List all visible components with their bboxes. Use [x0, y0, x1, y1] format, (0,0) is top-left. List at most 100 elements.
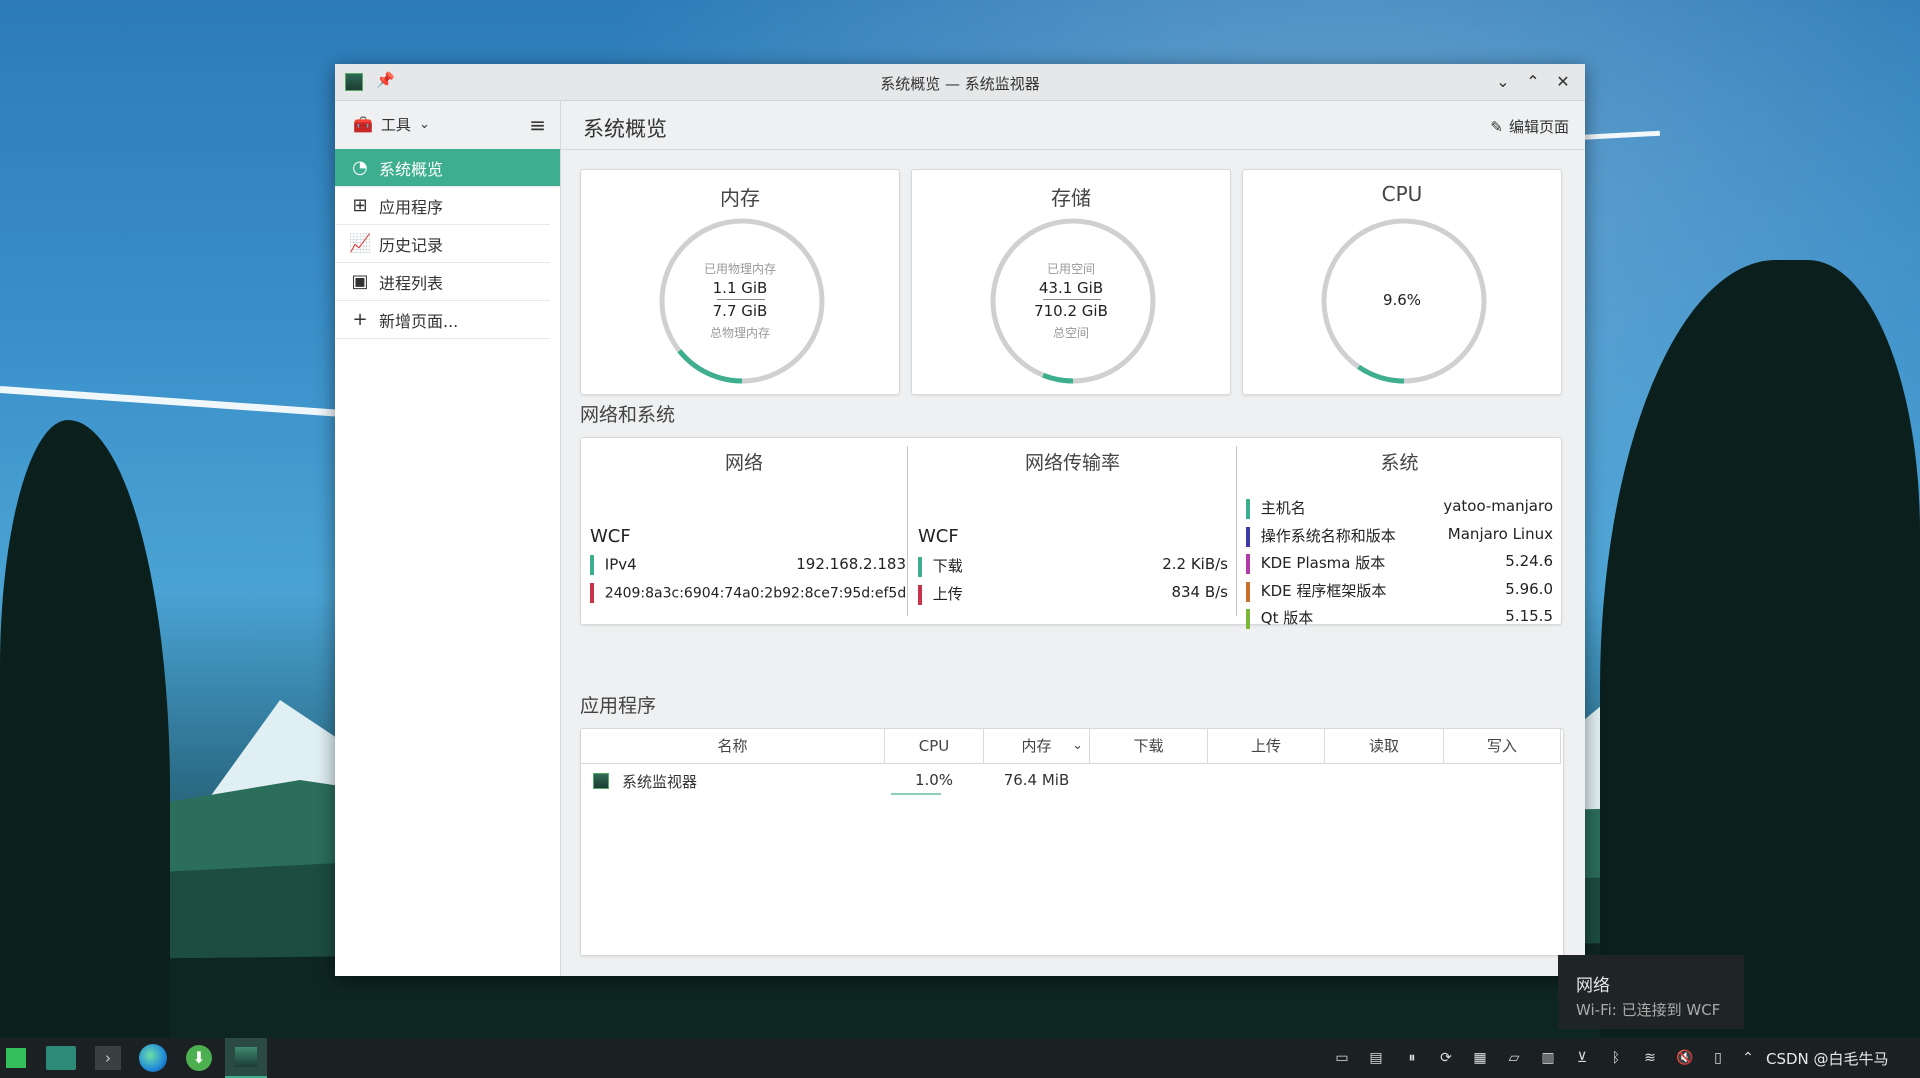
- column-header-write[interactable]: 写入: [1444, 729, 1561, 763]
- gauge-divider: [717, 299, 765, 300]
- hamburger-menu-icon[interactable]: ≡: [529, 113, 546, 137]
- sky-streak: [0, 386, 340, 417]
- sys-color-marker: [1246, 498, 1250, 519]
- minimize-button[interactable]: ⌄: [1491, 70, 1515, 94]
- column-header-cpu[interactable]: CPU: [885, 729, 984, 763]
- section-title: 应用程序: [580, 695, 657, 717]
- chart-line-icon: 📈: [349, 233, 372, 254]
- memory-gauge: [659, 218, 825, 384]
- tray-expand-chevron-icon[interactable]: ⌃: [1740, 1050, 1756, 1066]
- application-launcher-icon[interactable]: [6, 1048, 26, 1068]
- close-button[interactable]: ✕: [1551, 70, 1575, 94]
- gauge-caption-bottom: 总物理内存: [709, 326, 770, 340]
- sys-color-marker: [1246, 608, 1250, 629]
- sidebar-item-history[interactable]: 📈 历史记录: [335, 225, 550, 263]
- ipv4-value: 192.168.2.183: [796, 555, 906, 573]
- download-manager-icon[interactable]: ⬇: [186, 1045, 212, 1071]
- ipv6-value: 2409:8a3c:6904:74a0:2b92:8ce7:95d:ef5d: [604, 585, 906, 602]
- plus-icon: +: [352, 309, 368, 330]
- sys-info-row: KDE Plasma 版本 5.24.6: [1246, 552, 1553, 574]
- tooltip-text: Wi-Fi: 已连接到 WCF: [1576, 1001, 1721, 1019]
- notes-tray-icon[interactable]: ▥: [1540, 1050, 1556, 1066]
- edit-page-button[interactable]: ✎ 编辑页面: [1490, 116, 1569, 137]
- gauge-divider: [1043, 299, 1101, 300]
- page-title: 系统概览: [583, 117, 667, 141]
- system-monitor-taskbar-entry[interactable]: [225, 1038, 267, 1078]
- sys-info-value: yatoo-manjaro: [1443, 497, 1553, 515]
- wifi-icon[interactable]: ≋: [1642, 1050, 1658, 1066]
- sidebar-header: 🧰 工具 ⌄ ≡: [335, 101, 560, 149]
- app-memory-cell: 76.4 MiB: [1003, 771, 1070, 789]
- tools-label: 工具: [380, 116, 411, 134]
- app-name-cell: 系统监视器: [622, 773, 698, 791]
- upload-row: 上传 834 B/s: [918, 583, 1228, 605]
- sidebar-item-label: 新增页面...: [379, 311, 459, 331]
- column-divider: [907, 446, 908, 616]
- tools-menu-button[interactable]: 🧰 工具 ⌄: [353, 114, 430, 135]
- browser-edge-icon[interactable]: [139, 1044, 167, 1072]
- device-tray-icon[interactable]: ⊻: [1574, 1050, 1590, 1066]
- column-header-download[interactable]: 下载: [1090, 729, 1208, 763]
- sidebar-item-add-page[interactable]: + 新增页面...: [335, 301, 550, 339]
- column-title: 网络: [724, 452, 763, 474]
- sort-chevron-icon: ⌄: [1072, 738, 1083, 753]
- edit-page-label: 编辑页面: [1508, 118, 1569, 136]
- battery-icon[interactable]: ▯: [1710, 1050, 1726, 1066]
- sys-color-marker: [1246, 526, 1250, 547]
- table-row[interactable]: 系统监视器 1.0% 76.4 MiB: [581, 764, 1561, 798]
- column-title: 网络传输率: [1024, 452, 1120, 474]
- column-header-read[interactable]: 读取: [1325, 729, 1444, 763]
- ipv6-row: 2409:8a3c:6904:74a0:2b92:8ce7:95d:ef5d: [590, 583, 906, 603]
- bluetooth-icon[interactable]: ᛒ: [1608, 1050, 1624, 1066]
- sys-color-marker: [1246, 553, 1250, 574]
- terminal-icon[interactable]: ›: [95, 1046, 121, 1070]
- sys-info-row: 操作系统名称和版本 Manjaro Linux: [1246, 525, 1553, 547]
- media-tray-icon[interactable]: ⏸: [1404, 1050, 1420, 1066]
- app-icon: [593, 773, 609, 789]
- file-manager-icon[interactable]: [46, 1046, 76, 1070]
- sidebar-item-label: 历史记录: [379, 235, 444, 255]
- sidebar-item-processes[interactable]: ▣ 进程列表: [335, 263, 550, 301]
- clipboard-tray-icon[interactable]: ▭: [1334, 1050, 1350, 1066]
- column-header-name[interactable]: 名称: [581, 729, 885, 763]
- storage-card: 存储 已用空间 43.1 GiB 710.2 GiB 总空间: [911, 169, 1231, 395]
- sys-info-label: Qt 版本: [1260, 609, 1314, 627]
- sidebar-item-overview[interactable]: ◔ 系统概览: [335, 149, 560, 187]
- sidebar-item-label: 进程列表: [379, 273, 444, 293]
- rate-column: 网络传输率 WCF 下载 2.2 KiB/s 上传 834 B/s: [909, 438, 1236, 624]
- sys-info-label: KDE Plasma 版本: [1260, 554, 1386, 572]
- sidebar-item-label: 系统概览: [379, 159, 444, 179]
- main-content: 系统概览 ✎ 编辑页面 内存 已用物理内存 1.1 GiB 7.7 GiB 总物…: [561, 101, 1585, 976]
- volume-muted-icon[interactable]: 🔇: [1676, 1050, 1693, 1066]
- gauge-caption-top: 已用物理内存: [703, 262, 776, 276]
- app-cpu-cell: 1.0%: [914, 771, 954, 789]
- watermark-text: CSDN @白毛牛马: [1766, 1050, 1889, 1068]
- maximize-button[interactable]: ⌃: [1521, 70, 1545, 94]
- column-header-memory[interactable]: 内存 ⌄: [984, 729, 1090, 763]
- display-tray-icon[interactable]: ▱: [1506, 1050, 1522, 1066]
- download-value: 2.2 KiB/s: [1162, 555, 1228, 573]
- pencil-icon: ✎: [1490, 117, 1503, 136]
- upload-value: 834 B/s: [1171, 583, 1228, 601]
- app-cpu-usage-bar: [891, 793, 941, 795]
- phone-tray-icon[interactable]: ▤: [1368, 1050, 1384, 1066]
- overview-icon: ◔: [352, 157, 368, 178]
- download-color-marker: [918, 556, 922, 577]
- applications-table-card: 名称 CPU 内存 ⌄ 下载 上传 读取 写入 系统监视器 1.0% 76.4 …: [580, 728, 1564, 956]
- memory-used-value: 1.1 GiB: [712, 279, 768, 297]
- sys-info-row: KDE 程序框架版本 5.96.0: [1246, 580, 1553, 602]
- column-header-upload[interactable]: 上传: [1208, 729, 1325, 763]
- package-tray-icon[interactable]: ▦: [1472, 1050, 1488, 1066]
- table-header: 名称 CPU 内存 ⌄ 下载 上传 读取 写入: [581, 729, 1561, 764]
- chevron-down-icon: ⌄: [418, 117, 430, 132]
- gauge-caption-bottom: 总空间: [1052, 326, 1089, 340]
- column-title: 系统: [1380, 452, 1419, 474]
- sidebar-item-applications[interactable]: ⊞ 应用程序: [335, 187, 550, 225]
- memory-card: 内存 已用物理内存 1.1 GiB 7.7 GiB 总物理内存: [580, 169, 900, 395]
- cpu-card: CPU 9.6%: [1242, 169, 1562, 395]
- download-label: 下载: [932, 557, 963, 575]
- card-title: CPU: [1381, 182, 1423, 206]
- title-bar[interactable]: 📌 系统概览 — 系统监视器 ⌄ ⌃ ✕: [335, 64, 1585, 101]
- cpu-usage-value: 9.6%: [1382, 291, 1422, 309]
- updates-tray-icon[interactable]: ⟳: [1438, 1050, 1454, 1066]
